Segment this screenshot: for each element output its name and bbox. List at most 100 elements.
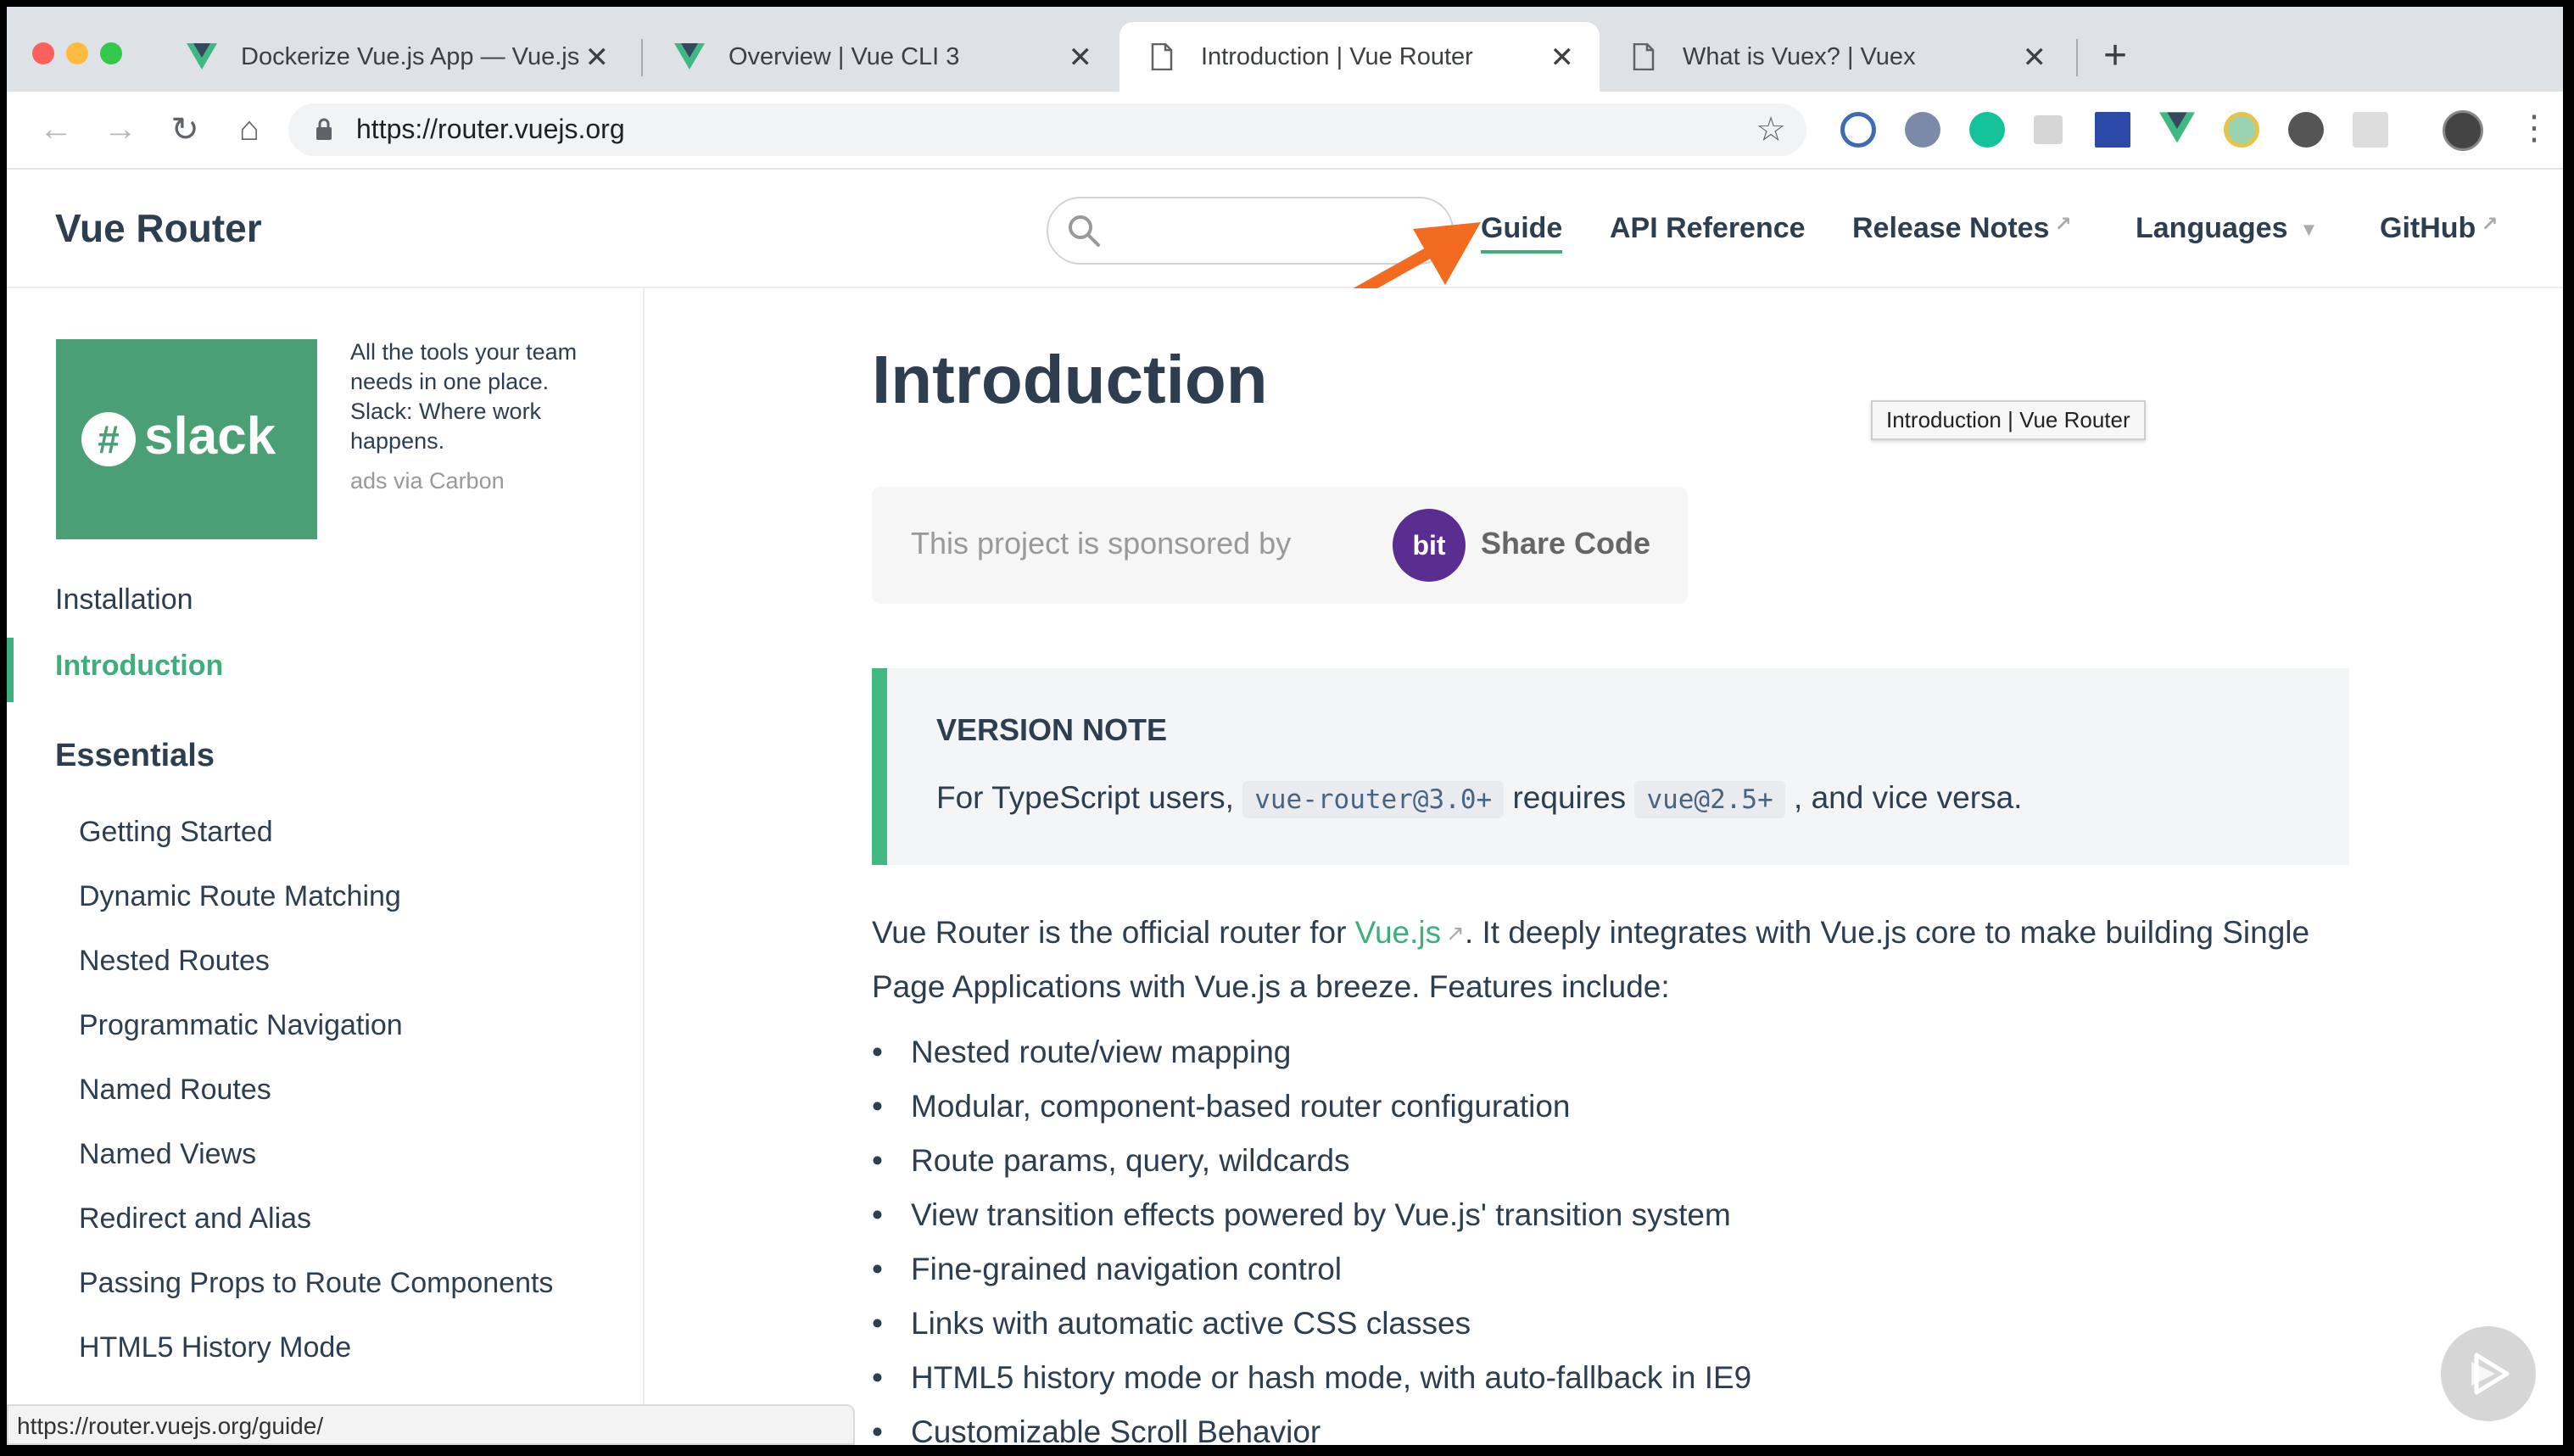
ad-via-carbon[interactable]: ads via Carbon — [350, 468, 505, 494]
extension-icon[interactable] — [2353, 112, 2388, 148]
site-title[interactable]: Vue Router — [55, 205, 262, 251]
sidebar-item-introduction[interactable]: Introduction — [55, 650, 223, 683]
tab-tooltip: Introduction | Vue Router — [1871, 400, 2146, 440]
tab-vuex[interactable]: What is Vuex? | Vuex ✕ — [1601, 22, 2072, 92]
list-item-text: Fine-grained navigation control — [911, 1252, 1343, 1286]
browser-window: Dockerize Vue.js App — Vue.js ✕ Overview… — [7, 7, 2563, 1445]
list-item-text: Route params, query, wildcards — [911, 1143, 1350, 1178]
password-manager-icon[interactable] — [1840, 112, 1876, 148]
list-item-text: Nested route/view mapping — [911, 1035, 1292, 1069]
intro-paragraph: Vue Router is the official router for Vu… — [872, 906, 2365, 1014]
tab-vue-router[interactable]: Introduction | Vue Router ✕ — [1119, 22, 1600, 92]
note-body: For TypeScript users, vue-router@3.0+ re… — [936, 780, 2023, 818]
grammarly-icon[interactable] — [1969, 112, 2005, 148]
sidebar-item-nested-routes[interactable]: Nested Routes — [79, 945, 270, 978]
tab-title: Introduction | Vue Router — [1201, 42, 1473, 70]
sponsor-text: This project is sponsored by — [911, 526, 1292, 561]
sponsor-banner[interactable]: This project is sponsored by bit Share C… — [872, 487, 1688, 604]
tab-strip: Dockerize Vue.js App — Vue.js ✕ Overview… — [7, 7, 2563, 92]
close-icon[interactable]: ✕ — [1550, 41, 1575, 75]
vue-devtools-icon[interactable] — [2159, 112, 2195, 148]
tab-title: What is Vuex? | Vuex — [1683, 42, 1916, 70]
nav-guide[interactable]: Guide — [1481, 212, 1563, 254]
home-icon[interactable]: ⌂ — [229, 110, 270, 148]
sidebar-item-named-views[interactable]: Named Views — [79, 1138, 256, 1171]
tab-divider — [2076, 39, 2078, 76]
list-item-text: Modular, component-based router configur… — [911, 1089, 1571, 1124]
vuejs-link[interactable]: Vue.js — [1355, 915, 1441, 950]
minimize-window-button[interactable] — [66, 42, 88, 64]
list-item-text: Links with automatic active CSS classes — [911, 1306, 1471, 1341]
nav-github[interactable]: GitHub ↗ — [2380, 212, 2498, 245]
forward-icon[interactable]: → — [100, 110, 141, 148]
nav-release-notes[interactable]: Release Notes ↗ — [1852, 212, 2072, 245]
version-note: VERSION NOTE For TypeScript users, vue-r… — [872, 668, 2349, 865]
list-item-text: HTML5 history mode or hash mode, with au… — [911, 1360, 1752, 1395]
close-icon[interactable]: ✕ — [2023, 41, 2047, 75]
search-icon — [1069, 215, 1100, 247]
code-vue-router-version: vue-router@3.0+ — [1242, 781, 1505, 818]
page-icon — [1145, 40, 1179, 74]
svg-text:#: # — [98, 417, 120, 461]
sponsor-name: Share Code — [1481, 526, 1651, 561]
maximize-window-button[interactable] — [100, 42, 122, 64]
sidebar-item-named-routes[interactable]: Named Routes — [79, 1074, 271, 1107]
extension-icon[interactable] — [2095, 112, 2130, 148]
avatar[interactable] — [2443, 110, 2483, 151]
tab-dockerize[interactable]: Dockerize Vue.js App — Vue.js ✕ — [159, 22, 634, 92]
nav-api-reference[interactable]: API Reference — [1610, 212, 1806, 245]
tab-title: Dockerize Vue.js App — Vue.js — [241, 42, 580, 70]
tab-divider — [641, 39, 643, 76]
tab-title: Overview | Vue CLI 3 — [729, 42, 960, 70]
page-title: Introduction — [872, 342, 1268, 417]
play-icon — [2471, 1353, 2510, 1395]
play-button[interactable] — [2441, 1326, 2536, 1421]
nav-languages-label: Languages — [2136, 212, 2288, 244]
close-icon[interactable]: ✕ — [585, 41, 610, 75]
svg-text:slack: slack — [144, 407, 276, 466]
sidebar-item-html5-history[interactable]: HTML5 History Mode — [79, 1331, 351, 1364]
address-bar[interactable]: https://router.vuejs.org ☆ — [288, 103, 1806, 156]
reload-icon[interactable]: ↻ — [165, 110, 205, 149]
note-text: , and vice versa. — [1794, 780, 2023, 815]
extension-icon[interactable] — [1905, 112, 1940, 148]
note-text: requires — [1512, 780, 1635, 815]
nav-release-notes-label: Release Notes — [1852, 212, 2050, 244]
main-content: Introduction Introduction | Vue Router T… — [645, 288, 2563, 1445]
url-text: https://router.vuejs.org — [356, 114, 625, 144]
vue-icon — [673, 40, 706, 74]
external-link-icon: ↗ — [1446, 920, 1465, 946]
slack-logo: # slack — [81, 407, 276, 466]
chevron-down-icon: ▼ — [2299, 219, 2319, 241]
sidebar-item-programmatic-navigation[interactable]: Programmatic Navigation — [79, 1009, 403, 1042]
sidebar-item-dynamic-route-matching[interactable]: Dynamic Route Matching — [79, 880, 401, 913]
new-tab-button[interactable]: + — [2103, 32, 2127, 79]
back-icon[interactable]: ← — [36, 110, 76, 148]
close-icon[interactable]: ✕ — [1069, 41, 1093, 75]
ad-text[interactable]: All the tools your team needs in one pla… — [350, 338, 605, 456]
extension-icon[interactable] — [2034, 115, 2063, 144]
sidebar: # slack All the tools your team needs in… — [7, 288, 645, 1445]
nav-languages[interactable]: Languages ▼ — [2136, 212, 2318, 245]
sidebar-item-getting-started[interactable]: Getting Started — [79, 816, 273, 849]
sidebar-heading-essentials[interactable]: Essentials — [55, 738, 215, 774]
extension-icon[interactable] — [2224, 112, 2259, 148]
tab-vue-cli[interactable]: Overview | Vue CLI 3 ✕ — [647, 22, 1118, 92]
menu-icon[interactable]: ⋮ — [2517, 109, 2551, 148]
sidebar-item-installation[interactable]: Installation — [55, 583, 193, 616]
list-item-text: View transition effects powered by Vue.j… — [911, 1197, 1731, 1232]
code-vue-version: vue@2.5+ — [1634, 781, 1785, 818]
note-text: For TypeScript users, — [936, 780, 1243, 815]
sidebar-item-passing-props[interactable]: Passing Props to Route Components — [79, 1267, 553, 1300]
list-item-text: Customizable Scroll Behavior — [911, 1414, 1321, 1445]
slack-ad-image[interactable]: # slack — [56, 339, 317, 539]
sidebar-item-redirect-alias[interactable]: Redirect and Alias — [79, 1202, 311, 1236]
note-title: VERSION NOTE — [936, 712, 1168, 747]
vue-icon — [185, 40, 219, 74]
status-bar-url: https://router.vuejs.org/guide/ — [7, 1404, 855, 1445]
bookmark-star-icon[interactable]: ☆ — [1756, 110, 1786, 149]
close-window-button[interactable] — [32, 42, 54, 64]
page-icon — [1627, 40, 1661, 74]
extension-icon[interactable] — [2288, 112, 2324, 148]
active-indicator — [7, 638, 14, 702]
